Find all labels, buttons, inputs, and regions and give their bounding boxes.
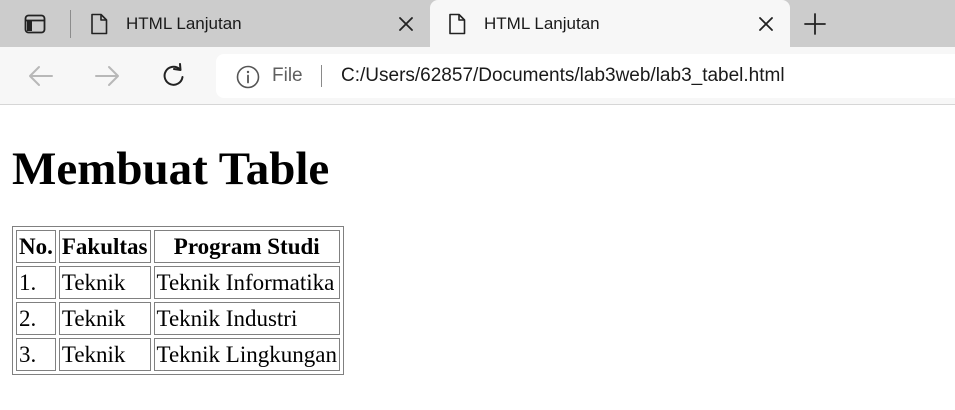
scheme-label: File	[272, 65, 303, 86]
tab-actions-icon[interactable]	[18, 10, 52, 38]
address-bar[interactable]: File C:/Users/62857/Documents/lab3web/la…	[216, 54, 955, 98]
forward-arrow-icon[interactable]	[92, 61, 122, 91]
tab-title: HTML Lanjutan	[126, 14, 242, 33]
tab-inactive[interactable]: HTML Lanjutan	[76, 0, 426, 47]
table-cell: Teknik	[58, 338, 151, 371]
info-icon[interactable]	[236, 65, 260, 89]
table-cell: Teknik Lingkungan	[153, 338, 340, 371]
table-cell: 3.	[16, 338, 56, 371]
page-content: Membuat Table No. Fakultas Program Studi…	[0, 106, 955, 410]
table-cell: Teknik	[58, 266, 151, 299]
url-text[interactable]: C:/Users/62857/Documents/lab3web/lab3_ta…	[341, 65, 785, 87]
table-cell: Teknik	[58, 302, 151, 335]
close-icon[interactable]	[756, 14, 776, 34]
table-cell: Teknik Industri	[153, 302, 340, 335]
table-cell: 2.	[16, 302, 56, 335]
plus-icon[interactable]	[801, 10, 829, 38]
page-icon	[90, 13, 108, 35]
back-arrow-icon[interactable]	[26, 61, 56, 91]
table-cell: Teknik Informatika	[153, 266, 340, 299]
column-header-no: No.	[16, 230, 56, 263]
browser-toolbar: File C:/Users/62857/Documents/lab3web/la…	[0, 47, 955, 105]
close-icon[interactable]	[396, 14, 416, 34]
tab-title: HTML Lanjutan	[484, 14, 600, 33]
table-row: 1. Teknik Teknik Informatika	[16, 266, 340, 299]
page-icon	[448, 13, 466, 35]
table-row: 2. Teknik Teknik Industri	[16, 302, 340, 335]
data-table: No. Fakultas Program Studi 1. Teknik Tek…	[12, 226, 344, 375]
tab-strip: HTML Lanjutan HTML Lanjutan	[0, 0, 955, 47]
column-header-fakultas: Fakultas	[58, 230, 151, 263]
reload-icon[interactable]	[159, 61, 189, 91]
page-title: Membuat Table	[12, 143, 330, 195]
table-cell: 1.	[16, 266, 56, 299]
tab-active[interactable]: HTML Lanjutan	[430, 0, 790, 47]
table-header-row: No. Fakultas Program Studi	[16, 230, 340, 263]
address-divider	[321, 65, 322, 87]
table-row: 3. Teknik Teknik Lingkungan	[16, 338, 340, 371]
column-header-program-studi: Program Studi	[153, 230, 340, 263]
tab-strip-divider	[70, 10, 71, 38]
